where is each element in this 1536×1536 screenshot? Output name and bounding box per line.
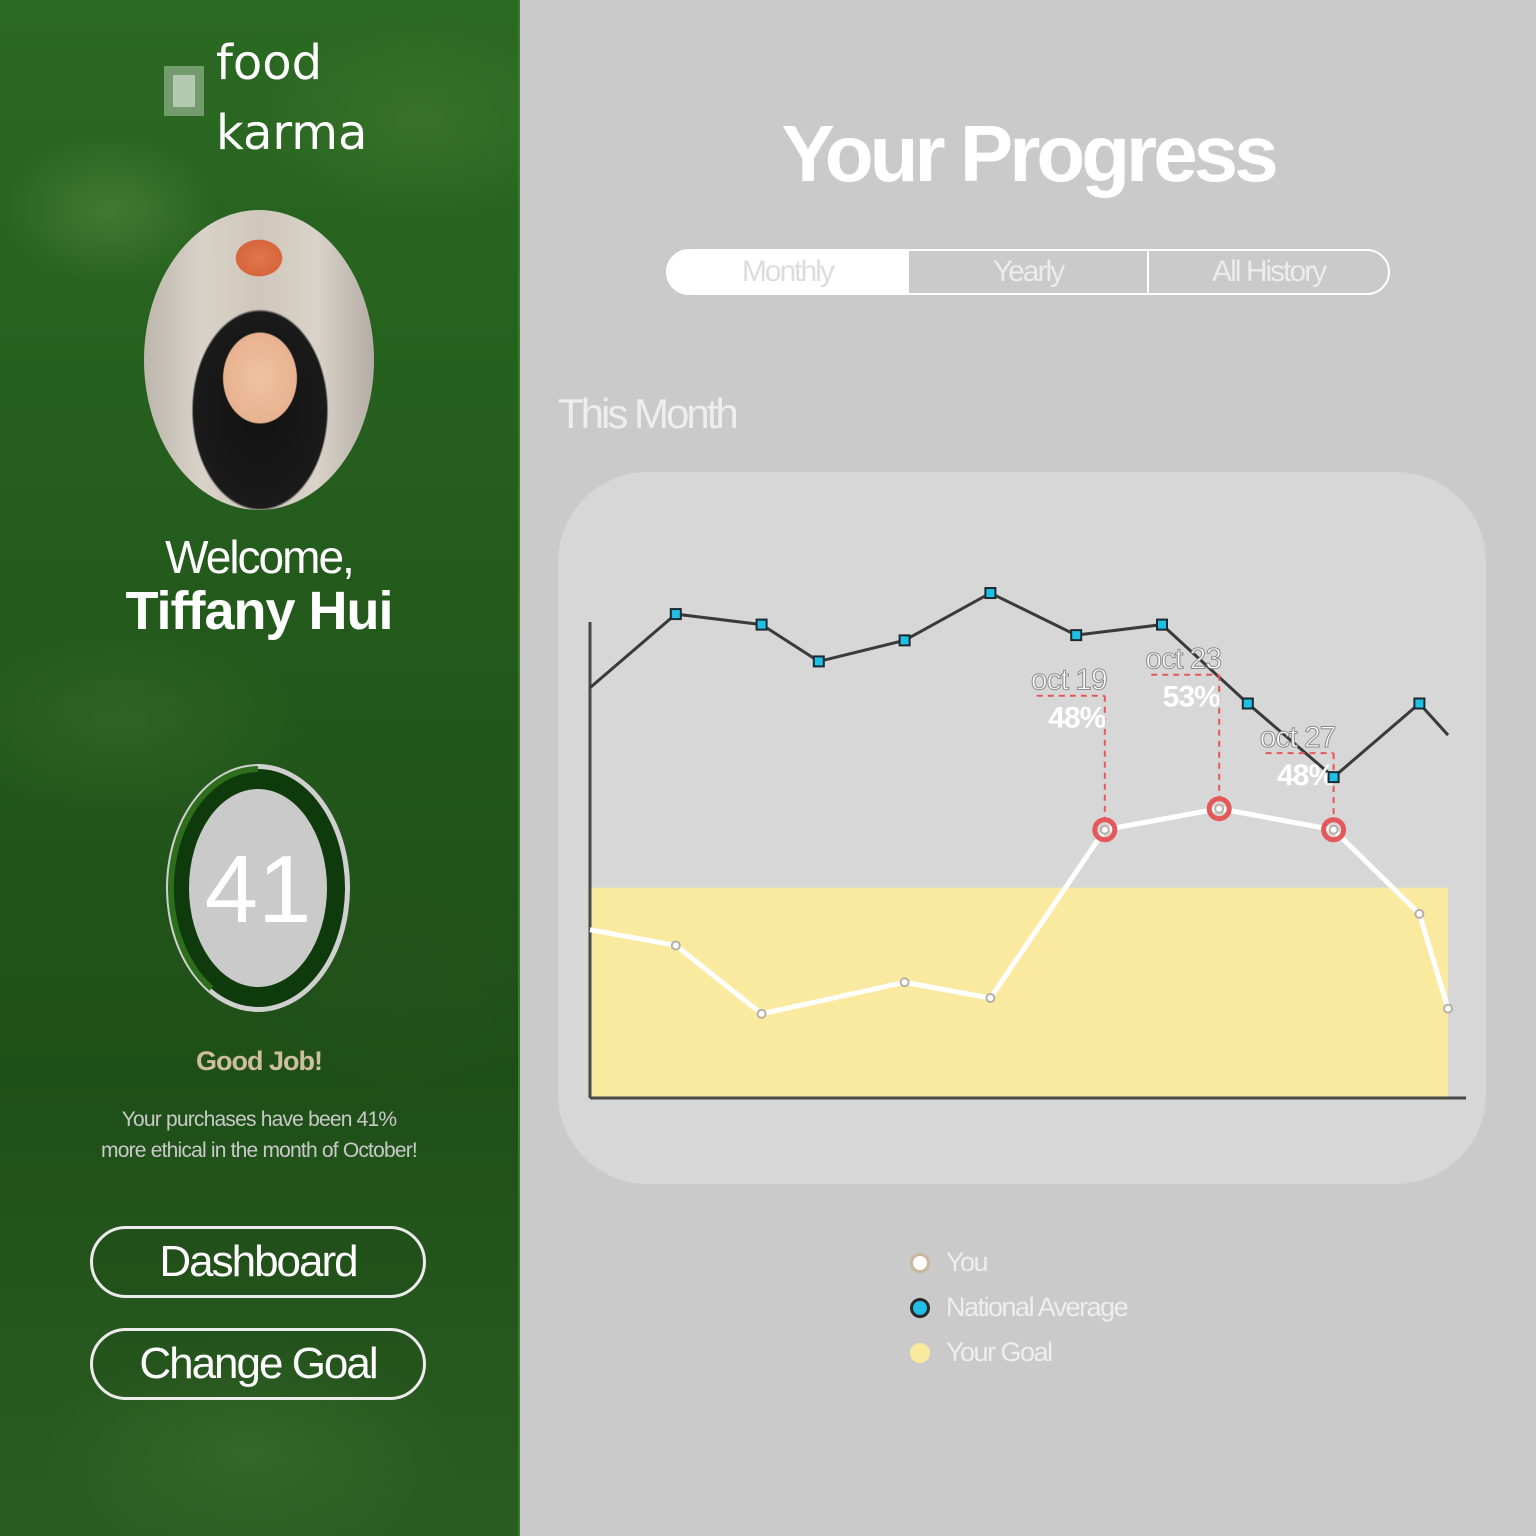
national-average-point — [898, 634, 911, 647]
legend-item-you: You — [910, 1240, 1127, 1285]
legend-swatch-national-average — [910, 1297, 930, 1318]
period-tabs: Monthly Yearly All History — [666, 249, 1390, 295]
change-goal-button[interactable]: Change Goal — [90, 1328, 426, 1400]
annotation-date-label: oct 19 — [1031, 664, 1107, 697]
you-point — [1099, 824, 1110, 835]
score-summary: Your purchases have been 41% more ethica… — [101, 1108, 418, 1162]
national-average-point — [812, 655, 825, 668]
score-value: 41 — [205, 836, 312, 943]
legend-label-you: You — [946, 1247, 989, 1277]
you-point — [1443, 1003, 1453, 1014]
national-average-point — [984, 587, 997, 600]
logo-line-2: karma — [216, 105, 368, 161]
tab-all-history[interactable]: All History — [1147, 251, 1388, 293]
chart-legend: You National Average Your Goal — [910, 1240, 1129, 1375]
legend-label-your-goal: Your Goal — [946, 1337, 1053, 1367]
legend-item-national-average: National Average — [910, 1285, 1129, 1330]
annotation-value-label: 48% — [1277, 759, 1334, 792]
tab-monthly[interactable]: Monthly — [668, 251, 907, 293]
sidebar: food karma Welcome, Tiffany Hui 41 Good … — [0, 0, 520, 1536]
legend-item-your-goal: Your Goal — [910, 1330, 1127, 1375]
chart-section-label: This Month — [558, 390, 739, 437]
national-average-point — [1156, 618, 1168, 631]
legend-label-national-average: National Average — [946, 1292, 1129, 1322]
annotation-value-label: 48% — [1048, 702, 1105, 735]
page-title: Your Progress — [781, 109, 1278, 198]
score-gauge: 41 — [166, 764, 350, 1012]
annotation-date-label: oct 27 — [1260, 721, 1336, 754]
logo-icon — [164, 66, 204, 116]
national-average-point — [1327, 771, 1340, 784]
national-average-point — [755, 618, 768, 631]
legend-swatch-your-goal — [910, 1342, 930, 1363]
you-point — [1328, 824, 1339, 835]
tab-yearly[interactable]: Yearly — [906, 251, 1148, 293]
you-point — [899, 977, 910, 988]
app-logo-text: food karma — [216, 28, 367, 168]
you-point — [1414, 908, 1425, 919]
national-average-point — [1241, 697, 1254, 710]
national-average-point — [1413, 697, 1426, 710]
goal-band — [590, 887, 1448, 1098]
you-point — [985, 993, 996, 1004]
progress-chart: oct 19 48% oct 23 53% oct 27 48% — [588, 587, 1466, 1100]
you-point — [1214, 803, 1225, 814]
legend-swatch-you — [910, 1252, 930, 1273]
avatar — [144, 210, 374, 510]
national-average-point — [669, 608, 682, 621]
you-point — [756, 1008, 767, 1019]
annotation-date-label: oct 23 — [1145, 643, 1221, 676]
national-average-point — [1070, 629, 1083, 642]
you-point — [670, 940, 681, 951]
annotation-value-label: 53% — [1163, 681, 1220, 714]
score-headline: Good Job! — [196, 1046, 323, 1076]
logo-line-1: food — [216, 35, 323, 91]
user-name: Tiffany Hui — [125, 581, 393, 641]
welcome-text: Welcome, — [165, 531, 355, 583]
dashboard-button[interactable]: Dashboard — [90, 1226, 426, 1298]
